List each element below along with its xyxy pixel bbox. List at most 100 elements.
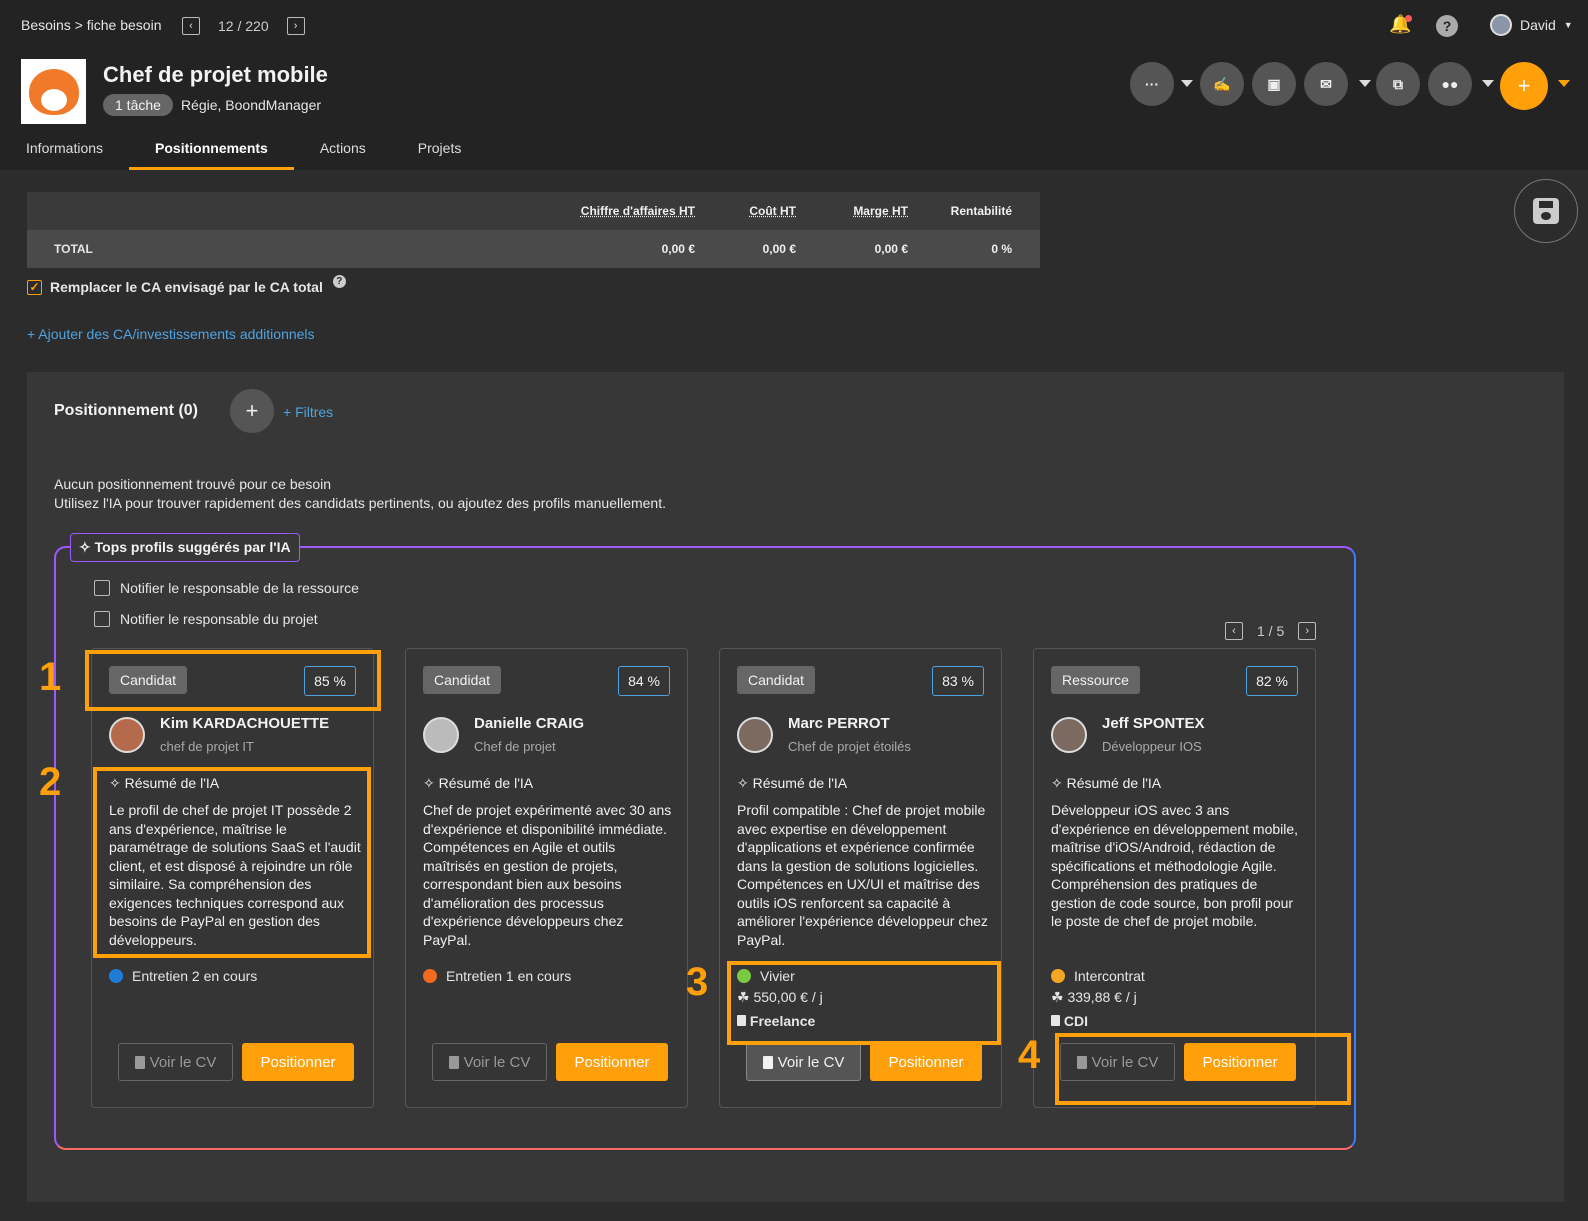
profitability-header: Rentabilité (950, 204, 1012, 218)
annotation-number-4: 4 (1018, 1033, 1041, 1077)
page-title: Chef de projet mobile (103, 62, 328, 87)
profile-type-tag: Candidat (423, 666, 502, 694)
breadcrumb[interactable]: Besoins > fiche besoin (21, 17, 161, 33)
help-icon[interactable]: ? (1436, 15, 1458, 37)
notify-resource-checkbox[interactable] (94, 580, 110, 596)
money-bag-icon: ☘ (1051, 989, 1064, 1005)
position-button[interactable]: Positionner (870, 1043, 982, 1081)
ai-summary-text: Développeur iOS avec 3 ans d'expérience … (1051, 802, 1299, 929)
document-button[interactable]: ▣ (1252, 62, 1296, 106)
notify-resource-option: Notifier le responsable de la ressource (94, 580, 359, 596)
profile-card: Candidat 84 % Danielle CRAIG Chef de pro… (405, 648, 688, 1108)
sign-button[interactable]: ✍ (1200, 62, 1244, 106)
status-dot (1051, 969, 1065, 983)
add-ca-link[interactable]: + Ajouter des CA/investissements additio… (27, 326, 315, 342)
document-icon (762, 1055, 773, 1069)
avatar (737, 717, 773, 753)
tab-positionnements[interactable]: Positionnements (129, 134, 294, 170)
positioning-title: Positionnement (0) (54, 402, 199, 419)
more-dropdown-caret-icon[interactable] (1181, 80, 1193, 87)
status-dot (109, 969, 123, 983)
chat-button[interactable]: ✉ (1304, 62, 1348, 106)
task-badge[interactable]: 1 tâche (103, 94, 173, 116)
margin-value: 0,00 € (874, 242, 908, 256)
replace-ca-checkbox[interactable]: ✓ (27, 279, 42, 295)
ai-suggestions-label: ✧ Tops profils suggérés par l'IA (70, 533, 300, 562)
tab-informations[interactable]: Informations (0, 134, 129, 170)
profile-name[interactable]: Danielle CRAIG (474, 715, 584, 732)
notify-project-option: Notifier le responsable du projet (94, 611, 318, 627)
tab-bar: Informations Positionnements Actions Pro… (0, 134, 487, 170)
match-score: 83 % (932, 666, 984, 696)
subtitle: Régie, BoondManager (180, 97, 322, 113)
notify-project-checkbox[interactable] (94, 611, 110, 627)
contract-type: CDI (1051, 1013, 1088, 1029)
group-dropdown-caret-icon[interactable] (1482, 80, 1494, 87)
ai-summary-title: ✧ Résumé de l'IA (737, 775, 848, 791)
fox-logo-icon (28, 68, 79, 115)
header: Besoins > fiche besoin ‹ 12 / 220 › 🔔 ? … (0, 0, 1588, 170)
suggestions-page-counter: 1 / 5 (1257, 623, 1285, 639)
profile-name[interactable]: Jeff SPONTEX (1102, 715, 1205, 732)
duplicate-button[interactable]: ⧉ (1376, 62, 1420, 106)
more-options-button[interactable]: ··· (1130, 62, 1174, 106)
ai-summary-text: Chef de projet expérimenté avec 30 ans d… (423, 802, 672, 948)
subtitle-line: 1 tâche Régie, BoondManager (103, 94, 321, 116)
status-label: Intercontrat (1074, 968, 1145, 984)
view-cv-button[interactable]: Voir le CV (746, 1043, 861, 1081)
notifications-bell-icon[interactable]: 🔔 (1389, 14, 1413, 38)
next-page-button[interactable]: › (1298, 622, 1317, 640)
record-counter: 12 / 220 (218, 18, 269, 34)
profile-role: chef de projet IT (160, 739, 254, 754)
margin-header: Marge HT (853, 204, 908, 218)
profile-name[interactable]: Marc PERROT (788, 715, 890, 732)
profile-name[interactable]: Kim KARDACHOUETTE (160, 715, 329, 732)
position-button[interactable]: Positionner (556, 1043, 668, 1081)
replace-ca-option: ✓ Remplacer le CA envisagé par le CA tot… (27, 274, 346, 295)
cost-value: 0,00 € (762, 242, 796, 256)
view-cv-button[interactable]: Voir le CV (432, 1043, 547, 1081)
ai-summary-title: ✧ Résumé de l'IA (423, 775, 534, 791)
document-icon (1051, 1015, 1060, 1026)
filters-link[interactable]: + Filtres (283, 404, 333, 420)
finance-total-row: TOTAL 0,00 € 0,00 € 0,00 € 0 % (27, 230, 1040, 268)
notify-resource-label: Notifier le responsable de la ressource (120, 580, 359, 596)
next-record-button[interactable]: › (286, 17, 305, 35)
profile-type-tag: Ressource (1051, 666, 1140, 694)
sparkle-icon: ✧ (737, 775, 753, 791)
chat-dropdown-caret-icon[interactable] (1359, 80, 1371, 87)
group-button[interactable]: ●● (1428, 62, 1472, 106)
prev-record-button[interactable]: ‹ (182, 17, 200, 35)
ai-summary-text: Profil compatible : Chef de projet mobil… (737, 802, 988, 948)
match-score: 84 % (618, 666, 670, 696)
prev-page-button[interactable]: ‹ (1225, 622, 1243, 640)
user-name: David (1520, 17, 1556, 33)
finance-header-row: Chiffre d'affaires HT Coût HT Marge HT R… (27, 192, 1040, 230)
company-logo (21, 59, 86, 124)
profitability-value: 0 % (991, 242, 1012, 256)
add-button[interactable]: + (1500, 62, 1548, 110)
profile-status: Intercontrat (1051, 968, 1145, 984)
match-score: 82 % (1246, 666, 1298, 696)
sparkle-icon: ✧ (1051, 775, 1067, 791)
ai-summary-title: ✧ Résumé de l'IA (1051, 775, 1162, 791)
info-icon[interactable]: ? (332, 274, 346, 288)
profile-status: Entretien 2 en cours (109, 968, 257, 984)
daily-rate: ☘ 339,88 € / j (1051, 989, 1137, 1005)
notify-project-label: Notifier le responsable du projet (120, 611, 318, 627)
position-button[interactable]: Positionner (242, 1043, 354, 1081)
tab-projets[interactable]: Projets (392, 134, 488, 170)
add-positioning-button[interactable]: + (230, 389, 274, 433)
chevron-down-icon: ▼ (1563, 20, 1573, 30)
avatar (423, 717, 459, 753)
view-cv-button[interactable]: Voir le CV (118, 1043, 233, 1081)
save-button[interactable] (1514, 179, 1578, 243)
highlight-box-1 (85, 650, 381, 711)
user-menu[interactable]: David ▼ (1490, 14, 1573, 36)
status-label: Entretien 2 en cours (132, 968, 258, 984)
tab-actions[interactable]: Actions (294, 134, 392, 170)
add-dropdown-caret-icon[interactable] (1558, 80, 1570, 87)
profile-status: Entretien 1 en cours (423, 968, 571, 984)
notification-dot (1405, 15, 1412, 22)
avatar (1051, 717, 1087, 753)
